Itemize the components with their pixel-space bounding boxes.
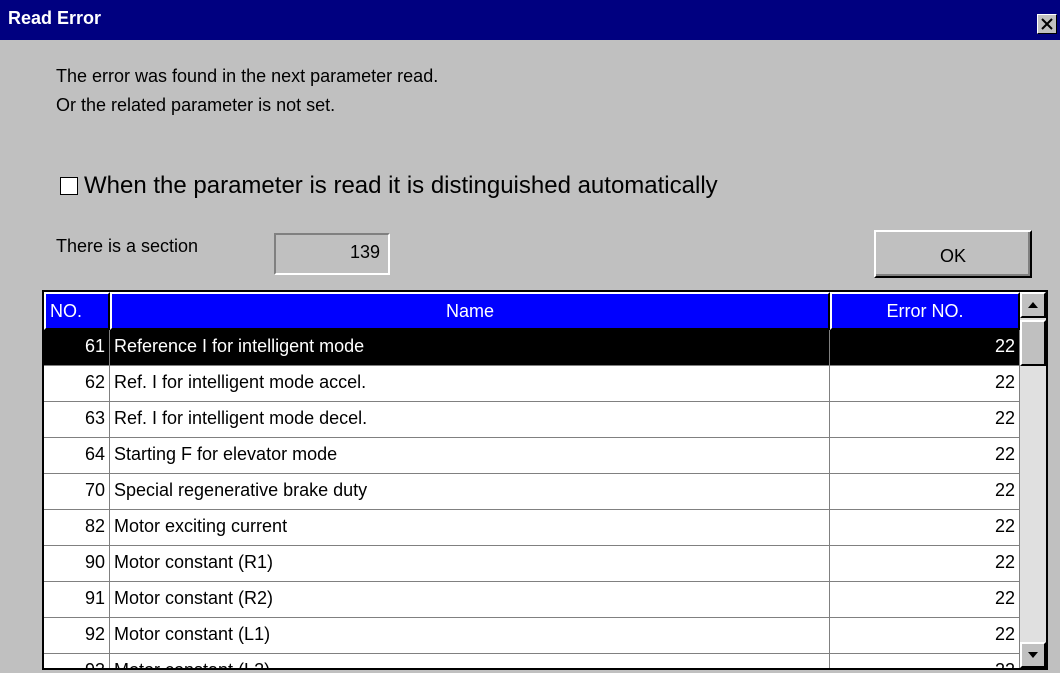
row-name: Special regenerative brake duty — [110, 474, 830, 509]
row-error-no: 22 — [830, 330, 1020, 365]
auto-distinguish-label: When the parameter is read it is disting… — [84, 172, 718, 199]
row-no: 64 — [44, 438, 110, 473]
table-row[interactable]: 70 Special regenerative brake duty 22 — [44, 474, 1020, 510]
row-error-no: 22 — [830, 402, 1020, 437]
row-error-no: 22 — [830, 510, 1020, 545]
row-no: 61 — [44, 330, 110, 365]
column-header-error-no[interactable]: Error NO. — [830, 292, 1020, 330]
row-name: Motor constant (R2) — [110, 582, 830, 617]
column-header-no[interactable]: NO. — [44, 292, 110, 330]
table-body: 61 Reference I for intelligent mode 22 62 Re… — [44, 330, 1020, 668]
error-parameter-table: NO. Name Error NO. 61 Reference I for int… — [42, 290, 1048, 670]
row-error-no: 22 — [830, 618, 1020, 653]
row-error-no: 22 — [830, 654, 1020, 668]
message-line-2: Or the related parameter is not set. — [56, 95, 336, 115]
row-name: Motor exciting current — [110, 510, 830, 545]
section-count-field: 139 — [274, 233, 390, 275]
row-no: 92 — [44, 618, 110, 653]
row-error-no: 22 — [830, 582, 1020, 617]
row-no: 63 — [44, 402, 110, 437]
scroll-thumb[interactable] — [1020, 320, 1046, 366]
row-name: Ref. I for intelligent mode accel. — [110, 366, 830, 401]
row-name: Starting F for elevator mode — [110, 438, 830, 473]
auto-distinguish-checkbox[interactable] — [60, 177, 78, 195]
close-x-icon — [1041, 18, 1053, 30]
arrow-up-icon — [1028, 302, 1038, 308]
row-error-no: 22 — [830, 438, 1020, 473]
row-no: 70 — [44, 474, 110, 509]
row-name: Motor constant (L1) — [110, 618, 830, 653]
row-name: Ref. I for intelligent mode decel. — [110, 402, 830, 437]
row-no: 90 — [44, 546, 110, 581]
table-row[interactable]: 82 Motor exciting current 22 — [44, 510, 1020, 546]
row-no: 82 — [44, 510, 110, 545]
table-row[interactable]: 61 Reference I for intelligent mode 22 — [44, 330, 1020, 366]
row-error-no: 22 — [830, 474, 1020, 509]
close-button[interactable] — [1037, 14, 1057, 34]
vertical-scrollbar[interactable] — [1020, 292, 1046, 668]
scroll-down-button[interactable] — [1020, 642, 1046, 668]
read-error-dialog: Read Error The error was found in the ne… — [0, 0, 1060, 673]
window-title: Read Error — [8, 8, 102, 28]
table-row[interactable]: 63 Ref. I for intelligent mode decel. 22 — [44, 402, 1020, 438]
row-name: Motor constant (L2) — [110, 654, 830, 668]
row-error-no: 22 — [830, 546, 1020, 581]
scroll-up-button[interactable] — [1020, 292, 1046, 318]
table-row[interactable]: 92 Motor constant (L1) 22 — [44, 618, 1020, 654]
column-header-name[interactable]: Name — [110, 292, 830, 330]
table-row[interactable]: 93 Motor constant (L2) 22 — [44, 654, 1020, 668]
row-error-no: 22 — [830, 366, 1020, 401]
row-no: 91 — [44, 582, 110, 617]
table-row[interactable]: 62 Ref. I for intelligent mode accel. 22 — [44, 366, 1020, 402]
row-name: Motor constant (R1) — [110, 546, 830, 581]
table-row[interactable]: 64 Starting F for elevator mode 22 — [44, 438, 1020, 474]
message-line-1: The error was found in the next paramete… — [56, 66, 439, 86]
table-row[interactable]: 90 Motor constant (R1) 22 — [44, 546, 1020, 582]
row-no: 93 — [44, 654, 110, 668]
auto-distinguish-checkbox-row[interactable]: When the parameter is read it is disting… — [60, 172, 718, 200]
title-bar[interactable]: Read Error — [0, 0, 1060, 40]
arrow-down-icon — [1028, 652, 1038, 658]
row-name: Reference I for intelligent mode — [110, 330, 830, 365]
ok-button[interactable]: OK — [874, 230, 1032, 278]
table-header: NO. Name Error NO. — [44, 292, 1020, 330]
section-label: There is a section — [56, 236, 199, 256]
table-row[interactable]: 91 Motor constant (R2) 22 — [44, 582, 1020, 618]
row-no: 62 — [44, 366, 110, 401]
